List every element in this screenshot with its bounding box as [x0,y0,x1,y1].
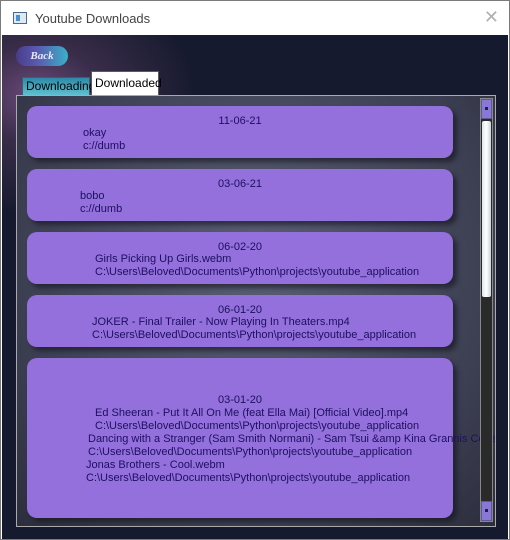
download-path: C:\Users\Beloved\Documents\Python\projec… [95,266,420,278]
download-path: C:\Users\Beloved\Documents\Python\projec… [86,472,411,484]
tab-downloading[interactable]: Downloading [22,77,95,95]
download-path: c://dumb [80,203,123,215]
download-card: 06-01-20 JOKER - Final Trailer - Now Pla… [27,295,453,347]
download-title: bobo [80,190,105,202]
download-title: Girls Picking Up Girls.webm [95,253,232,265]
download-card: 03-06-21 bobo c://dumb [27,169,453,221]
download-title: okay [83,127,107,139]
download-title: Dancing with a Stranger (Sam Smith Norma… [88,433,496,445]
download-path: C:\Users\Beloved\Documents\Python\projec… [92,329,417,341]
download-card: 06-02-20 Girls Picking Up Girls.webm C:\… [27,232,453,284]
download-title: Ed Sheeran - Put It All On Me (feat Ella… [95,407,409,419]
scroll-up-button[interactable] [481,99,492,119]
download-path: C:\Users\Beloved\Documents\Python\projec… [95,420,420,432]
window-title: Youtube Downloads [35,11,151,26]
download-path: C:\Users\Beloved\Documents\Python\projec… [88,446,413,458]
app-window-icon [13,12,27,24]
scrollbar-thumb[interactable] [482,121,491,297]
tab-downloaded[interactable]: Downloaded [91,71,162,95]
main-panel: Back Downloading Downloaded 11-06-21 oka… [2,35,508,539]
title-bar: Youtube Downloads ✕ [1,1,509,35]
download-title: JOKER - Final Trailer - Now Playing In T… [92,316,350,328]
download-card: 03-01-20 Ed Sheeran - Put It All On Me (… [27,358,495,518]
app-window: Youtube Downloads ✕ Back Downloading Dow… [0,0,510,540]
scroll-down-button[interactable] [481,501,492,521]
download-card: 11-06-21 okay c://dumb [27,106,453,158]
vertical-scrollbar[interactable] [480,98,493,522]
download-title: Jonas Brothers - Cool.webm [86,459,225,471]
close-icon[interactable]: ✕ [484,8,499,26]
download-path: c://dumb [83,140,126,152]
download-date: 03-01-20 [217,394,263,406]
downloaded-list-pane: 11-06-21 okay c://dumb 03-06-21 bobo c:/… [16,95,496,527]
back-button[interactable]: Back [16,46,68,66]
download-date: 06-02-20 [217,241,263,253]
